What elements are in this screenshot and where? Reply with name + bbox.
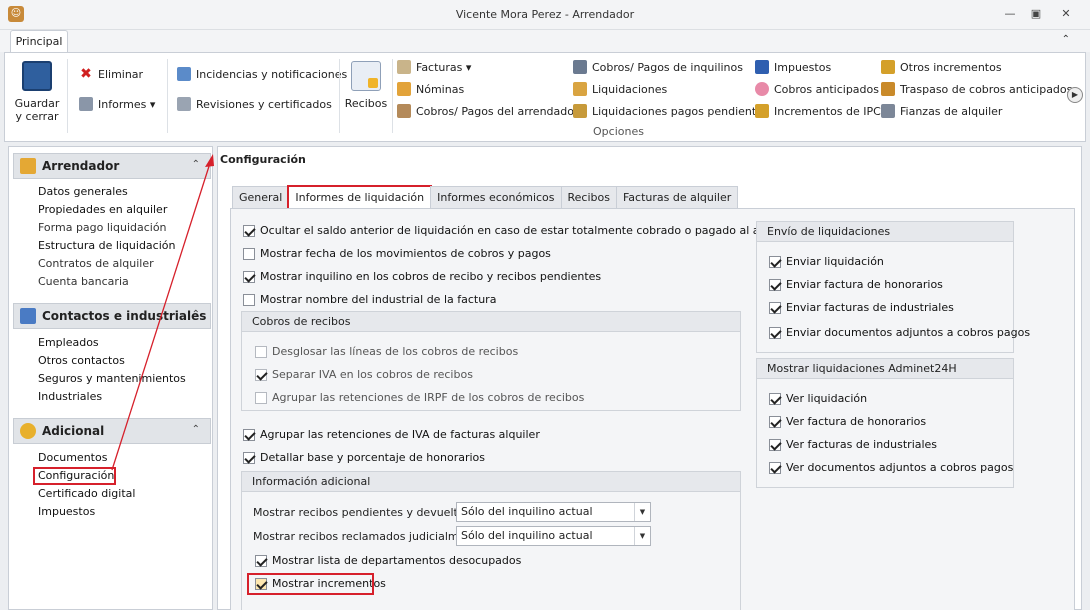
annotation-arrow [111, 154, 214, 471]
